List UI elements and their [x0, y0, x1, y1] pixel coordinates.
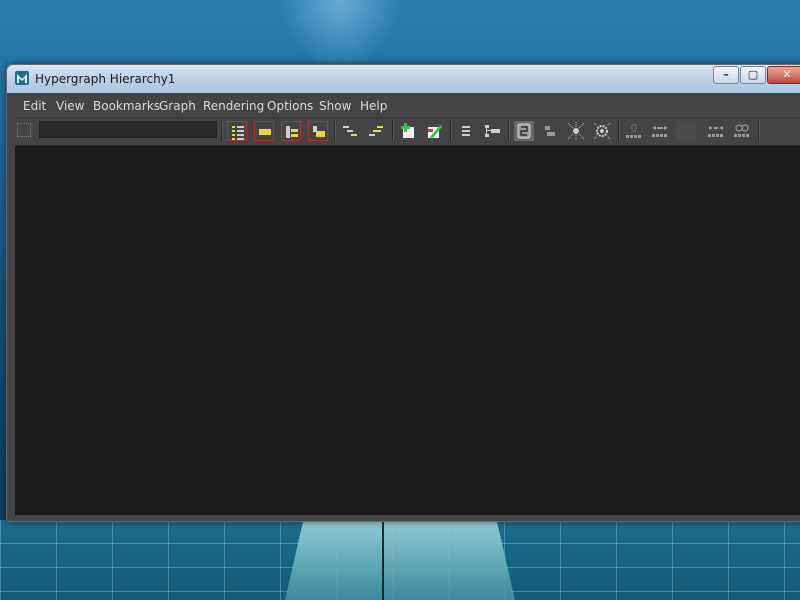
layout-left-button[interactable] [340, 121, 360, 141]
window-title: Hypergraph Hierarchy1 [35, 72, 176, 86]
output-connections-icon [545, 126, 555, 136]
maximize-icon: ▢ [747, 68, 759, 81]
walkway-line [382, 520, 384, 600]
menu-view[interactable]: View [56, 99, 84, 113]
layout-left-icon [343, 126, 357, 136]
frame-hierarchy-icon [286, 126, 298, 138]
input-connections-icon [517, 123, 531, 139]
minimize-icon: – [723, 68, 729, 81]
hypergraph-canvas[interactable] [15, 145, 800, 515]
collapse-nodes-icon [593, 122, 611, 140]
layout-right-button[interactable] [366, 121, 386, 141]
list-hierarchy-button[interactable] [227, 121, 247, 141]
input-connections-button[interactable] [514, 121, 534, 141]
dotted-merge-icon [708, 126, 723, 137]
toolbar-separator [618, 120, 620, 142]
toolbar-separator [221, 120, 223, 142]
minimize-button[interactable]: – [713, 66, 739, 84]
maya-app-icon [15, 71, 29, 85]
menu-options[interactable]: Options [267, 99, 313, 113]
toolbar-name-field[interactable] [39, 121, 217, 138]
list-hierarchy-icon [232, 126, 244, 140]
menu-show[interactable]: Show [319, 99, 351, 113]
toolbar-separator [450, 120, 452, 142]
layout-right-icon [369, 126, 383, 136]
disabled-toolbar-button[interactable] [676, 121, 696, 141]
desktop-sky-glow [280, 0, 400, 70]
maximize-button[interactable]: ▢ [740, 66, 766, 84]
bookmark-yellow-button[interactable] [254, 121, 274, 141]
toolbar-separator [758, 120, 760, 142]
scene-hierarchy-button[interactable] [482, 121, 502, 141]
collapse-nodes-button[interactable] [592, 121, 612, 141]
hypergraph-window: Hypergraph Hierarchy1 – ▢ ✕ Edit View Bo… [6, 64, 800, 522]
frame-hierarchy-button[interactable] [281, 121, 301, 141]
toolbar-grip[interactable] [17, 123, 31, 137]
dotted-merge-button[interactable] [706, 121, 726, 141]
add-bookmark-button[interactable] [398, 121, 418, 141]
svg-text:0: 0 [631, 122, 638, 135]
toolbar-separator [392, 120, 394, 142]
menu-help[interactable]: Help [360, 99, 387, 113]
output-connections-button[interactable] [540, 121, 560, 141]
menu-bar: Edit View Bookmarks Graph Rendering Opti… [13, 95, 800, 117]
zero-icon: 0 [626, 122, 641, 138]
expand-nodes-icon [567, 122, 585, 140]
add-bookmark-icon [401, 123, 414, 138]
toolbar-separator [334, 120, 336, 142]
toolbar: 0 [13, 117, 800, 144]
zero-button[interactable]: 0 [624, 121, 644, 141]
link-dots-button[interactable] [732, 121, 752, 141]
edit-bookmark-button[interactable] [424, 121, 444, 141]
graph-lines-button[interactable] [456, 121, 476, 141]
dotted-arrows-icon [652, 126, 668, 137]
menu-rendering[interactable]: Rendering [203, 99, 264, 113]
link-dots-icon [734, 124, 749, 137]
edit-bookmark-icon [428, 125, 442, 139]
graph-lines-icon [462, 126, 470, 136]
menu-edit[interactable]: Edit [23, 99, 46, 113]
menu-bookmarks[interactable]: Bookmarks [93, 99, 160, 113]
menu-graph[interactable]: Graph [159, 99, 196, 113]
window-client: Edit View Bookmarks Graph Rendering Opti… [13, 93, 800, 515]
bookmark-yellow-icon [259, 129, 271, 135]
floor-walkway [285, 520, 515, 600]
close-button[interactable]: ✕ [767, 66, 800, 84]
frame-selection-icon [313, 126, 325, 137]
scene-hierarchy-icon [485, 125, 500, 137]
close-icon: ✕ [782, 68, 792, 81]
dotted-arrows-button[interactable] [650, 121, 670, 141]
toolbar-separator [508, 120, 510, 142]
frame-selection-button[interactable] [308, 121, 328, 141]
title-bar[interactable]: Hypergraph Hierarchy1 – ▢ ✕ [7, 65, 800, 93]
expand-nodes-button[interactable] [566, 121, 586, 141]
desktop-wallpaper-floor [0, 520, 800, 600]
